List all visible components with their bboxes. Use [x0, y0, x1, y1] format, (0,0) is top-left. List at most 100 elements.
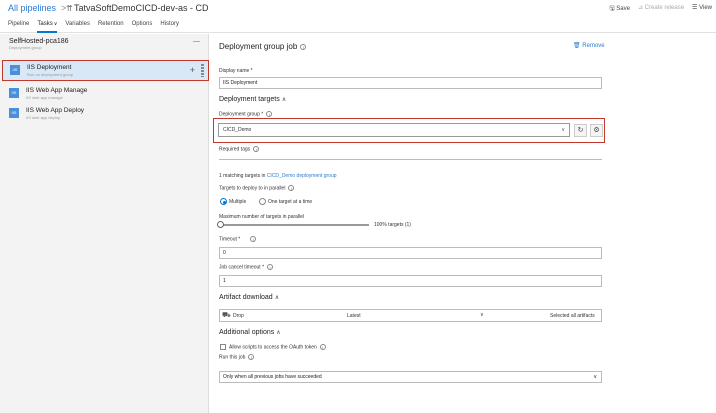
pipeline-icon: ⇈ [66, 4, 73, 13]
iis-icon: IIS [9, 108, 19, 118]
remove-button[interactable]: 🗑 Remove [573, 42, 605, 49]
allow-scripts-checkbox[interactable]: Allow scripts to access the OAuth token i [220, 344, 326, 350]
run-condition-select[interactable]: Only when all previous jobs have succeed… [219, 371, 602, 383]
tab-tasks[interactable]: Tasks∨ [37, 21, 58, 33]
artifact-download-heading[interactable]: Artifact download ∧ [219, 294, 279, 301]
more-icon[interactable]: — [193, 38, 200, 45]
info-icon[interactable]: i [253, 146, 260, 152]
remove-label: Remove [582, 43, 605, 49]
info-icon[interactable]: i [250, 236, 257, 242]
iis-icon: IIS [9, 88, 19, 98]
deployment-group-link[interactable]: CICD_Demo deployment group [267, 173, 337, 179]
timeout-label-text: Timeout * [219, 236, 241, 243]
tab-retention[interactable]: Retention [98, 21, 124, 33]
task-subtitle: Run on deployment group [27, 72, 74, 77]
add-task-icon[interactable]: + [190, 65, 195, 75]
chevron-down-icon: ∨ [53, 21, 58, 27]
radio-multiple-label: Multiple [229, 198, 247, 205]
tab-history[interactable]: History [160, 21, 179, 33]
tab-pipeline[interactable]: Pipeline [8, 21, 29, 33]
display-name-input[interactable]: IIS Deployment [219, 77, 602, 89]
refresh-button[interactable]: ↻ [574, 124, 587, 137]
chevron-down-icon: ∨ [561, 127, 565, 133]
radio-multiple-indicator [220, 198, 227, 205]
task-title: IIS Web App Deploy [26, 107, 85, 114]
create-release-label: Create release [644, 5, 685, 11]
task-iis-web-app-manage[interactable]: IIS IIS Web App Manage IIS web app manag… [2, 84, 209, 105]
required-tags-text: Required tags [219, 146, 251, 153]
cancel-timeout-input[interactable]: 1 [219, 275, 602, 287]
task-title: IIS Web App Manage [26, 87, 88, 94]
tab-tasks-label: Tasks [37, 21, 53, 27]
view-button[interactable]: ☰ View [692, 4, 712, 14]
additional-options-label: Additional options [219, 329, 275, 336]
cancel-timeout-label: Job cancel timeout * i [219, 264, 274, 270]
deployment-group-value: CICD_Demo [223, 127, 252, 133]
allow-scripts-box [220, 344, 226, 350]
max-targets-label: Maximum number of targets in parallel [219, 214, 305, 220]
tab-variables[interactable]: Variables [65, 21, 90, 33]
chevron-down-icon[interactable]: ∨ [480, 312, 484, 318]
drag-handle-icon[interactable] [201, 64, 204, 77]
breadcrumb-all-pipelines[interactable]: All pipelines [8, 3, 56, 13]
info-icon[interactable]: i [266, 111, 273, 117]
chevron-up-icon: ∧ [276, 330, 281, 336]
rocket-icon: ⊿ [637, 5, 643, 11]
view-label: View [699, 5, 712, 11]
run-this-job-text: Run this job [219, 354, 246, 361]
list-icon: ☰ [692, 5, 698, 11]
artifact-download-label: Artifact download [219, 294, 273, 301]
agent-phase-title[interactable]: SelfHosted-pca186 [9, 38, 69, 45]
pipeline-tabs: Pipeline Tasks∨ Variables Retention Opti… [8, 21, 187, 33]
info-icon[interactable]: i [319, 344, 326, 350]
task-title: IIS Deployment [27, 64, 72, 71]
max-targets-slider-thumb[interactable] [217, 221, 224, 228]
chevron-up-icon: ∧ [281, 97, 287, 103]
allow-scripts-label: Allow scripts to access the OAuth token [229, 344, 317, 351]
task-iis-web-app-deploy[interactable]: IIS IIS Web App Deploy IIS web app deplo… [2, 104, 209, 125]
deployment-group-select[interactable]: CICD_Demo ∨ [218, 123, 570, 137]
max-targets-slider-track[interactable] [221, 224, 369, 226]
iis-icon: IIS [10, 65, 20, 75]
run-condition-value: Only when all previous jobs have succeed… [223, 374, 322, 380]
additional-options-heading[interactable]: Additional options ∧ [219, 329, 281, 336]
artifact-row[interactable] [219, 309, 602, 322]
deployment-group-label: Deployment group * i [219, 111, 273, 118]
top-actions: 🖫 Save ⊿ Create release ☰ View [609, 4, 712, 14]
save-label: Save [616, 6, 630, 12]
info-icon[interactable]: i [300, 43, 307, 50]
radio-one-target[interactable]: One target at a time [259, 198, 312, 205]
refresh-icon: ↻ [577, 127, 584, 134]
task-subtitle: IIS web app deploy [26, 115, 61, 120]
create-release-button[interactable]: ⊿ Create release [638, 4, 684, 14]
display-name-label: Display name * [219, 68, 253, 74]
info-icon[interactable]: i [267, 264, 274, 270]
radio-multiple[interactable]: Multiple [220, 198, 246, 205]
required-tags-label: Required tags i [219, 146, 260, 153]
trash-icon: 🗑 [573, 43, 581, 49]
timeout-input[interactable]: 0 [219, 247, 602, 259]
pipeline-title: TatvaSoftDemoCICD-dev-as - CD [74, 3, 209, 13]
targets-parallel-text: Targets to deploy to in parallel [219, 185, 286, 192]
info-icon[interactable]: i [288, 185, 295, 191]
artifact-name: Drop [233, 313, 244, 319]
matching-prefix: 1 matching targets in [219, 173, 267, 179]
slider-value-text: 100% targets (1) [374, 222, 411, 228]
job-title-text: Deployment group job [219, 42, 298, 51]
deployment-targets-heading[interactable]: Deployment targets ∧ [219, 96, 286, 103]
agent-phase-subtitle: Deployment group [9, 45, 42, 50]
radio-one-label: One target at a time [268, 198, 313, 205]
settings-button[interactable]: ⚙ [590, 124, 603, 137]
deployment-targets-label: Deployment targets [219, 96, 280, 103]
task-iis-deployment[interactable]: IIS IIS Deployment Run on deployment gro… [2, 60, 209, 81]
artifact-version: Latest [347, 313, 361, 319]
radio-one-indicator [259, 198, 266, 205]
artifact-icon: ⛟ [222, 312, 231, 319]
deployment-group-label-text: Deployment group * [219, 111, 264, 118]
required-tags-input[interactable] [219, 155, 602, 160]
job-title: Deployment group job i [219, 42, 307, 51]
save-button[interactable]: 🖫 Save [609, 4, 629, 14]
info-icon[interactable]: i [248, 354, 255, 360]
matching-targets-text: 1 matching targets in CICD_Demo deployme… [219, 173, 337, 179]
tab-options[interactable]: Options [132, 21, 153, 33]
